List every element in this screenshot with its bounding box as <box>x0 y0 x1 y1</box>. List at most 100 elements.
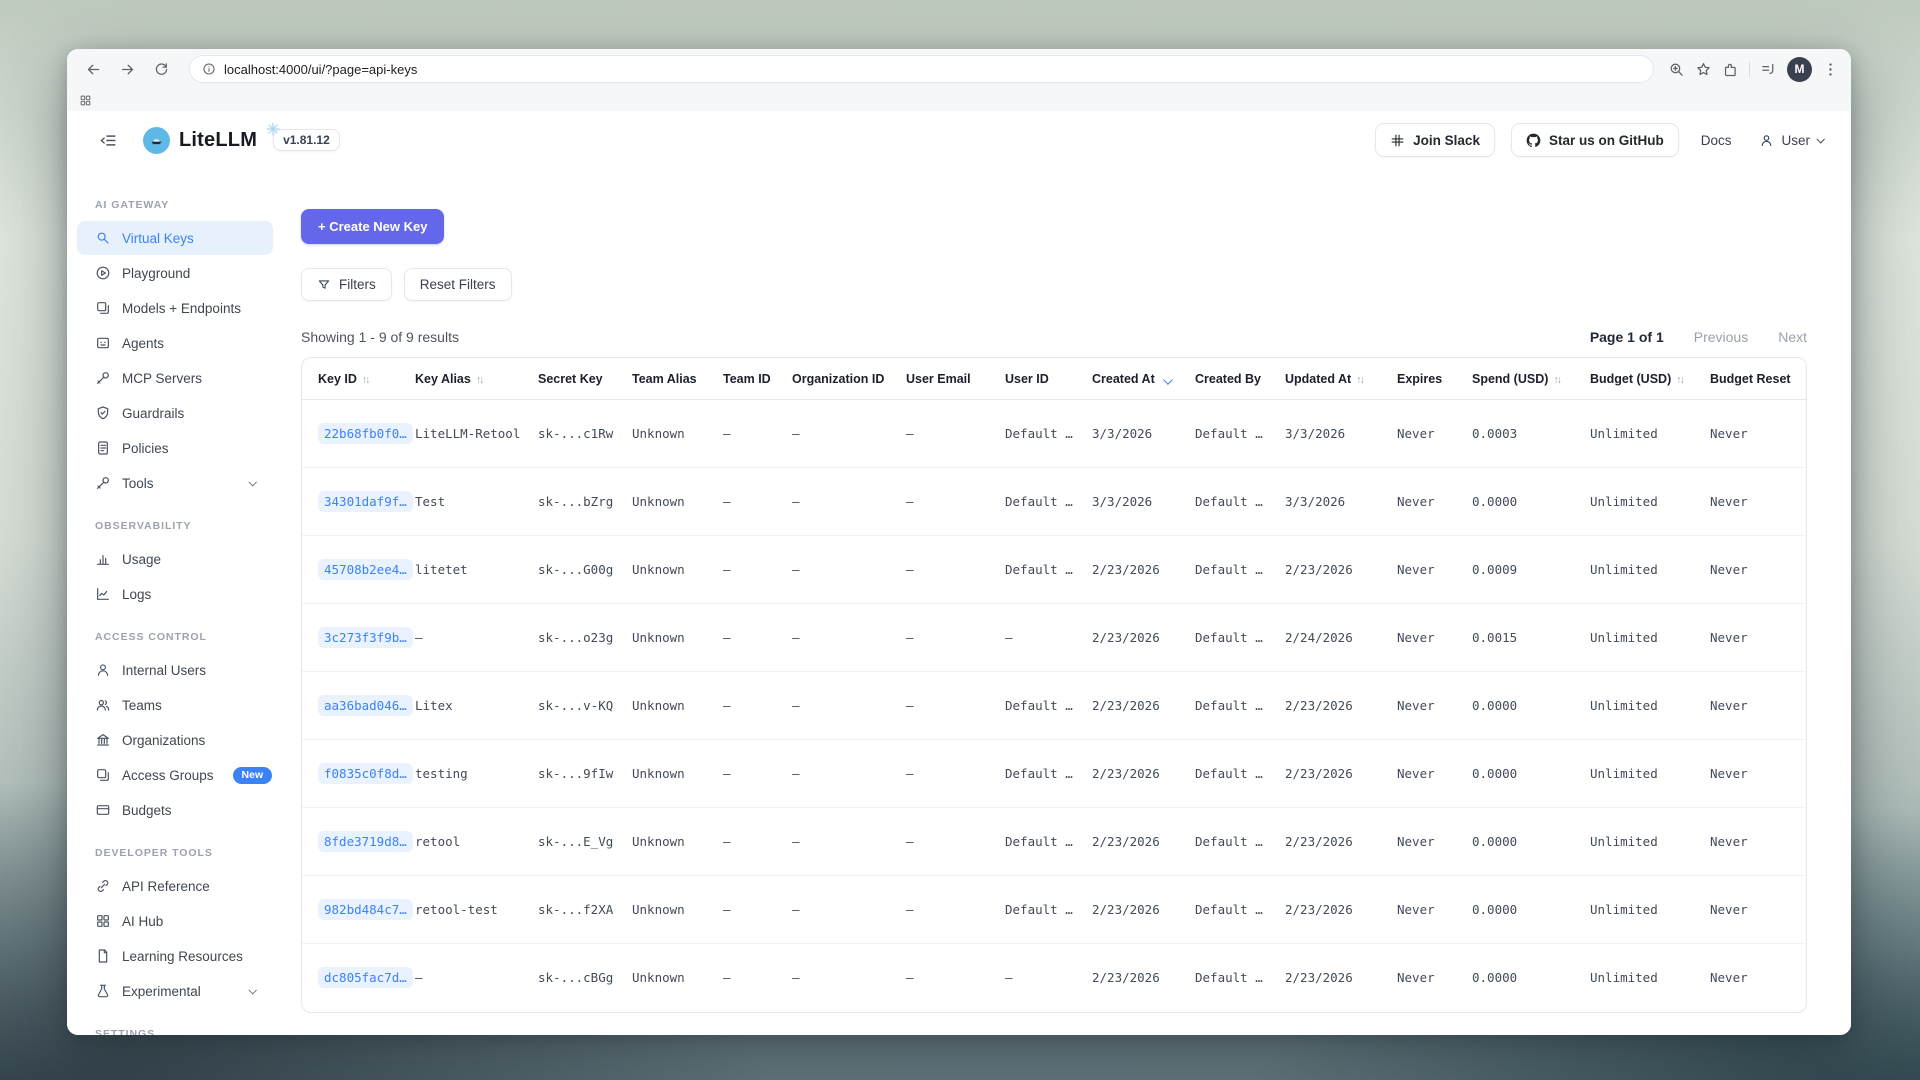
create-new-key-button[interactable]: + Create New Key <box>301 209 444 244</box>
key-id-cell: 45708b2ee4… <box>302 536 415 604</box>
table-cell: – <box>1005 604 1092 672</box>
table-cell: – <box>792 740 906 808</box>
sidebar-item-label: Access Groups <box>122 768 214 783</box>
key-id-cell: dc805fac7d… <box>302 944 415 1012</box>
table-cell: 2/23/2026 <box>1092 808 1195 876</box>
table-cell: 0.0000 <box>1472 740 1590 808</box>
join-slack-button[interactable]: Join Slack <box>1375 123 1495 157</box>
sidebar-item-access-groups[interactable]: Access GroupsNew <box>77 758 273 792</box>
column-header-budget-usd[interactable]: Budget (USD)↑↓ <box>1590 358 1710 400</box>
filters-button[interactable]: Filters <box>301 268 392 301</box>
sidebar-item-models-endpoints[interactable]: Models + Endpoints <box>77 291 273 325</box>
sidebar-item-label: Policies <box>122 441 169 456</box>
sidebar-item-label: Agents <box>122 336 164 351</box>
table-row: 3c273f3f9b…–sk-...o23gUnknown––––2/23/20… <box>302 604 1807 672</box>
agent-icon <box>95 335 111 351</box>
sidebar-item-policies[interactable]: Policies <box>77 431 273 465</box>
extensions-icon[interactable] <box>1722 61 1739 78</box>
bookmarks-strip <box>67 89 1851 111</box>
sidebar-item-playground[interactable]: Playground <box>77 256 273 290</box>
sidebar-item-mcp-servers[interactable]: MCP Servers <box>77 361 273 395</box>
docs-link[interactable]: Docs <box>1701 133 1732 148</box>
sidebar-collapse-button[interactable] <box>95 127 121 153</box>
sidebar-item-ai-hub[interactable]: AI Hub <box>77 904 273 938</box>
sidebar-item-virtual-keys[interactable]: Virtual Keys <box>77 221 273 255</box>
bookmark-star-icon[interactable] <box>1695 61 1712 78</box>
summary-row: Showing 1 - 9 of 9 results Page 1 of 1 P… <box>301 329 1807 345</box>
table-cell: – <box>723 808 792 876</box>
url-bar[interactable]: localhost:4000/ui/?page=api-keys <box>189 55 1654 83</box>
table-cell: 0.0000 <box>1472 944 1590 1012</box>
table-cell: Unknown <box>632 536 723 604</box>
key-id-link[interactable]: 45708b2ee4… <box>318 559 413 580</box>
sidebar-item-organizations[interactable]: Organizations <box>77 723 273 757</box>
column-header-created-at[interactable]: Created At <box>1092 358 1195 400</box>
browser-menu-icon[interactable] <box>1822 61 1839 78</box>
key-id-link[interactable]: 982bd484c7… <box>318 899 413 920</box>
table-cell: Unknown <box>632 672 723 740</box>
table-cell: – <box>792 808 906 876</box>
table-cell: – <box>792 604 906 672</box>
forward-button[interactable] <box>113 55 141 83</box>
user-menu[interactable]: User <box>1759 133 1823 148</box>
apps-grid-icon[interactable] <box>79 94 92 107</box>
column-header-team-alias: Team Alias <box>632 358 723 400</box>
sidebar-item-api-reference[interactable]: API Reference <box>77 869 273 903</box>
table-cell: – <box>906 944 1005 1012</box>
browser-profile-avatar[interactable]: M <box>1787 57 1812 82</box>
key-id-link[interactable]: f0835c0f8d… <box>318 763 413 784</box>
sidebar-item-label: Experimental <box>122 984 201 999</box>
zoom-icon[interactable] <box>1668 61 1685 78</box>
table-cell: 0.0000 <box>1472 468 1590 536</box>
sidebar-item-agents[interactable]: Agents <box>77 326 273 360</box>
reload-button[interactable] <box>147 55 175 83</box>
table-cell: – <box>415 944 538 1012</box>
table-cell: Default … <box>1195 808 1285 876</box>
table-cell: – <box>723 400 792 468</box>
back-button[interactable] <box>79 55 107 83</box>
key-id-cell: 3c273f3f9b… <box>302 604 415 672</box>
brand[interactable]: LiteLLM <box>143 127 257 154</box>
play-icon <box>95 265 111 281</box>
next-page-button[interactable]: Next <box>1778 329 1807 345</box>
key-id-link[interactable]: 3c273f3f9b… <box>318 627 413 648</box>
reset-filters-button[interactable]: Reset Filters <box>404 268 512 301</box>
key-id-link[interactable]: 22b68fb0f0… <box>318 423 413 444</box>
key-id-link[interactable]: aa36bad046… <box>318 695 413 716</box>
column-header-team-id: Team ID <box>723 358 792 400</box>
url-text: localhost:4000/ui/?page=api-keys <box>224 62 417 77</box>
table-row: 45708b2ee4…litetetsk-...G00gUnknown–––De… <box>302 536 1807 604</box>
key-id-link[interactable]: dc805fac7d… <box>318 967 413 988</box>
results-summary: Showing 1 - 9 of 9 results <box>301 329 459 345</box>
key-id-link[interactable]: 8fde3719d8… <box>318 831 413 852</box>
column-header-key-alias[interactable]: Key Alias↑↓ <box>415 358 538 400</box>
table-cell: 2/23/2026 <box>1285 944 1397 1012</box>
table-header-row: Key ID↑↓Key Alias↑↓Secret Key Team AliasT… <box>302 358 1807 400</box>
table-cell: Never <box>1710 808 1807 876</box>
sidebar-item-internal-users[interactable]: Internal Users <box>77 653 273 687</box>
table-cell: Never <box>1710 400 1807 468</box>
flask-icon <box>95 983 111 999</box>
table-cell: Default … <box>1005 468 1092 536</box>
column-label: Secret Key <box>538 372 603 386</box>
sidebar-item-usage[interactable]: Usage <box>77 542 273 576</box>
side-panel-icon[interactable] <box>1760 61 1777 78</box>
sidebar-item-experimental[interactable]: Experimental <box>77 974 273 1008</box>
column-header-spend-usd[interactable]: Spend (USD)↑↓ <box>1472 358 1590 400</box>
sidebar-item-tools[interactable]: Tools <box>77 466 273 500</box>
table-cell: Never <box>1397 740 1472 808</box>
sidebar-item-logs[interactable]: Logs <box>77 577 273 611</box>
table-cell: Unlimited <box>1590 400 1710 468</box>
sidebar-item-guardrails[interactable]: Guardrails <box>77 396 273 430</box>
star-github-button[interactable]: Star us on GitHub <box>1511 123 1679 157</box>
sidebar-item-learning-resources[interactable]: Learning Resources <box>77 939 273 973</box>
sidebar-item-budgets[interactable]: Budgets <box>77 793 273 827</box>
star-github-label: Star us on GitHub <box>1549 133 1664 148</box>
sidebar-item-teams[interactable]: Teams <box>77 688 273 722</box>
key-id-link[interactable]: 34301daf9f… <box>318 491 413 512</box>
table-cell: LiteLLM-Retool <box>415 400 538 468</box>
bar-chart-icon <box>95 551 111 567</box>
column-header-updated-at[interactable]: Updated At↑↓ <box>1285 358 1397 400</box>
column-header-key-id[interactable]: Key ID↑↓ <box>302 358 415 400</box>
previous-page-button[interactable]: Previous <box>1694 329 1748 345</box>
